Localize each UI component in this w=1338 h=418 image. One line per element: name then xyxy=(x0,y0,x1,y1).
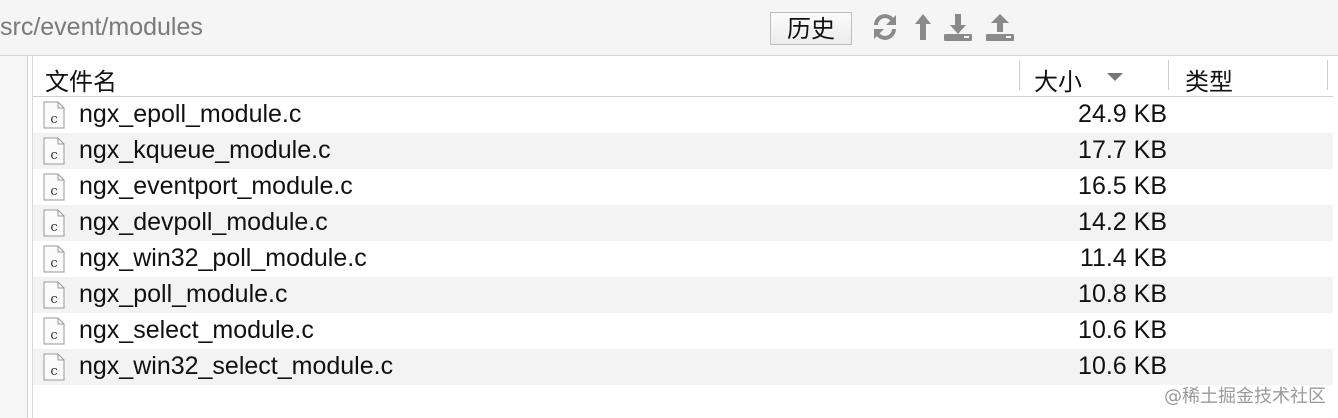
svg-text:c: c xyxy=(50,148,57,163)
file-size: 16.5 KB xyxy=(1078,172,1167,200)
file-name: ngx_kqueue_module.c xyxy=(79,136,331,164)
file-size: 10.8 KB xyxy=(1078,280,1167,308)
file-name: ngx_epoll_module.c xyxy=(79,100,302,128)
svg-text:c: c xyxy=(50,292,57,307)
c-file-icon: c xyxy=(43,317,65,350)
svg-text:c: c xyxy=(50,220,57,235)
file-name: ngx_devpoll_module.c xyxy=(79,208,328,236)
column-header-name[interactable]: 文件名 xyxy=(45,62,117,97)
file-size: 10.6 KB xyxy=(1078,316,1167,344)
c-file-icon: c xyxy=(43,209,65,242)
file-size: 10.6 KB xyxy=(1078,352,1167,380)
file-list: 文件名 大小 类型 c ngx_epoll_module.c 24.9 KB c ngx… xyxy=(32,56,1333,418)
upload-icon[interactable] xyxy=(984,12,1016,47)
file-name: ngx_poll_module.c xyxy=(79,280,288,308)
refresh-icon[interactable] xyxy=(870,12,900,47)
svg-text:c: c xyxy=(50,184,57,199)
file-name: ngx_select_module.c xyxy=(79,316,314,344)
column-divider[interactable] xyxy=(1019,60,1020,90)
file-size: 17.7 KB xyxy=(1078,136,1167,164)
c-file-icon: c xyxy=(43,245,65,278)
file-row[interactable]: c ngx_eventport_module.c 16.5 KB xyxy=(33,169,1333,205)
file-name: ngx_eventport_module.c xyxy=(79,172,353,200)
left-pane xyxy=(0,56,28,418)
c-file-icon: c xyxy=(43,101,65,134)
column-divider[interactable] xyxy=(1168,60,1169,90)
c-file-icon: c xyxy=(43,281,65,314)
file-row[interactable]: c ngx_poll_module.c 10.8 KB xyxy=(33,277,1333,313)
column-divider[interactable] xyxy=(1327,60,1328,90)
file-size: 24.9 KB xyxy=(1078,100,1167,128)
history-button[interactable]: 历史 xyxy=(770,12,852,45)
file-row[interactable]: c ngx_devpoll_module.c 14.2 KB xyxy=(33,205,1333,241)
file-name: ngx_win32_poll_module.c xyxy=(79,244,367,272)
sort-descending-icon[interactable] xyxy=(1105,70,1125,88)
c-file-icon: c xyxy=(43,137,65,170)
file-row[interactable]: c ngx_win32_poll_module.c 11.4 KB xyxy=(33,241,1333,277)
file-size: 14.2 KB xyxy=(1078,208,1167,236)
svg-text:c: c xyxy=(50,364,57,379)
file-size: 11.4 KB xyxy=(1079,244,1167,272)
svg-text:c: c xyxy=(50,328,57,343)
up-arrow-icon[interactable] xyxy=(912,12,934,47)
file-row[interactable]: c ngx_kqueue_module.c 17.7 KB xyxy=(33,133,1333,169)
file-name: ngx_win32_select_module.c xyxy=(79,352,394,380)
list-header: 文件名 大小 类型 xyxy=(33,56,1333,97)
svg-text:c: c xyxy=(50,112,57,127)
path-field[interactable]: src/event/modules xyxy=(0,13,203,42)
path-toolbar: src/event/modules 历史 xyxy=(0,0,1338,56)
column-header-size[interactable]: 大小 xyxy=(1034,62,1082,97)
watermark: @稀土掘金技术社区 xyxy=(1164,386,1326,407)
c-file-icon: c xyxy=(43,173,65,206)
file-row[interactable]: c ngx_epoll_module.c 24.9 KB xyxy=(33,97,1333,133)
file-row[interactable]: c ngx_select_module.c 10.6 KB xyxy=(33,313,1333,349)
column-header-type[interactable]: 类型 xyxy=(1185,62,1233,97)
c-file-icon: c xyxy=(43,353,65,386)
svg-text:c: c xyxy=(50,256,57,271)
download-icon[interactable] xyxy=(942,12,974,47)
file-row[interactable]: c ngx_win32_select_module.c 10.6 KB xyxy=(33,349,1333,385)
